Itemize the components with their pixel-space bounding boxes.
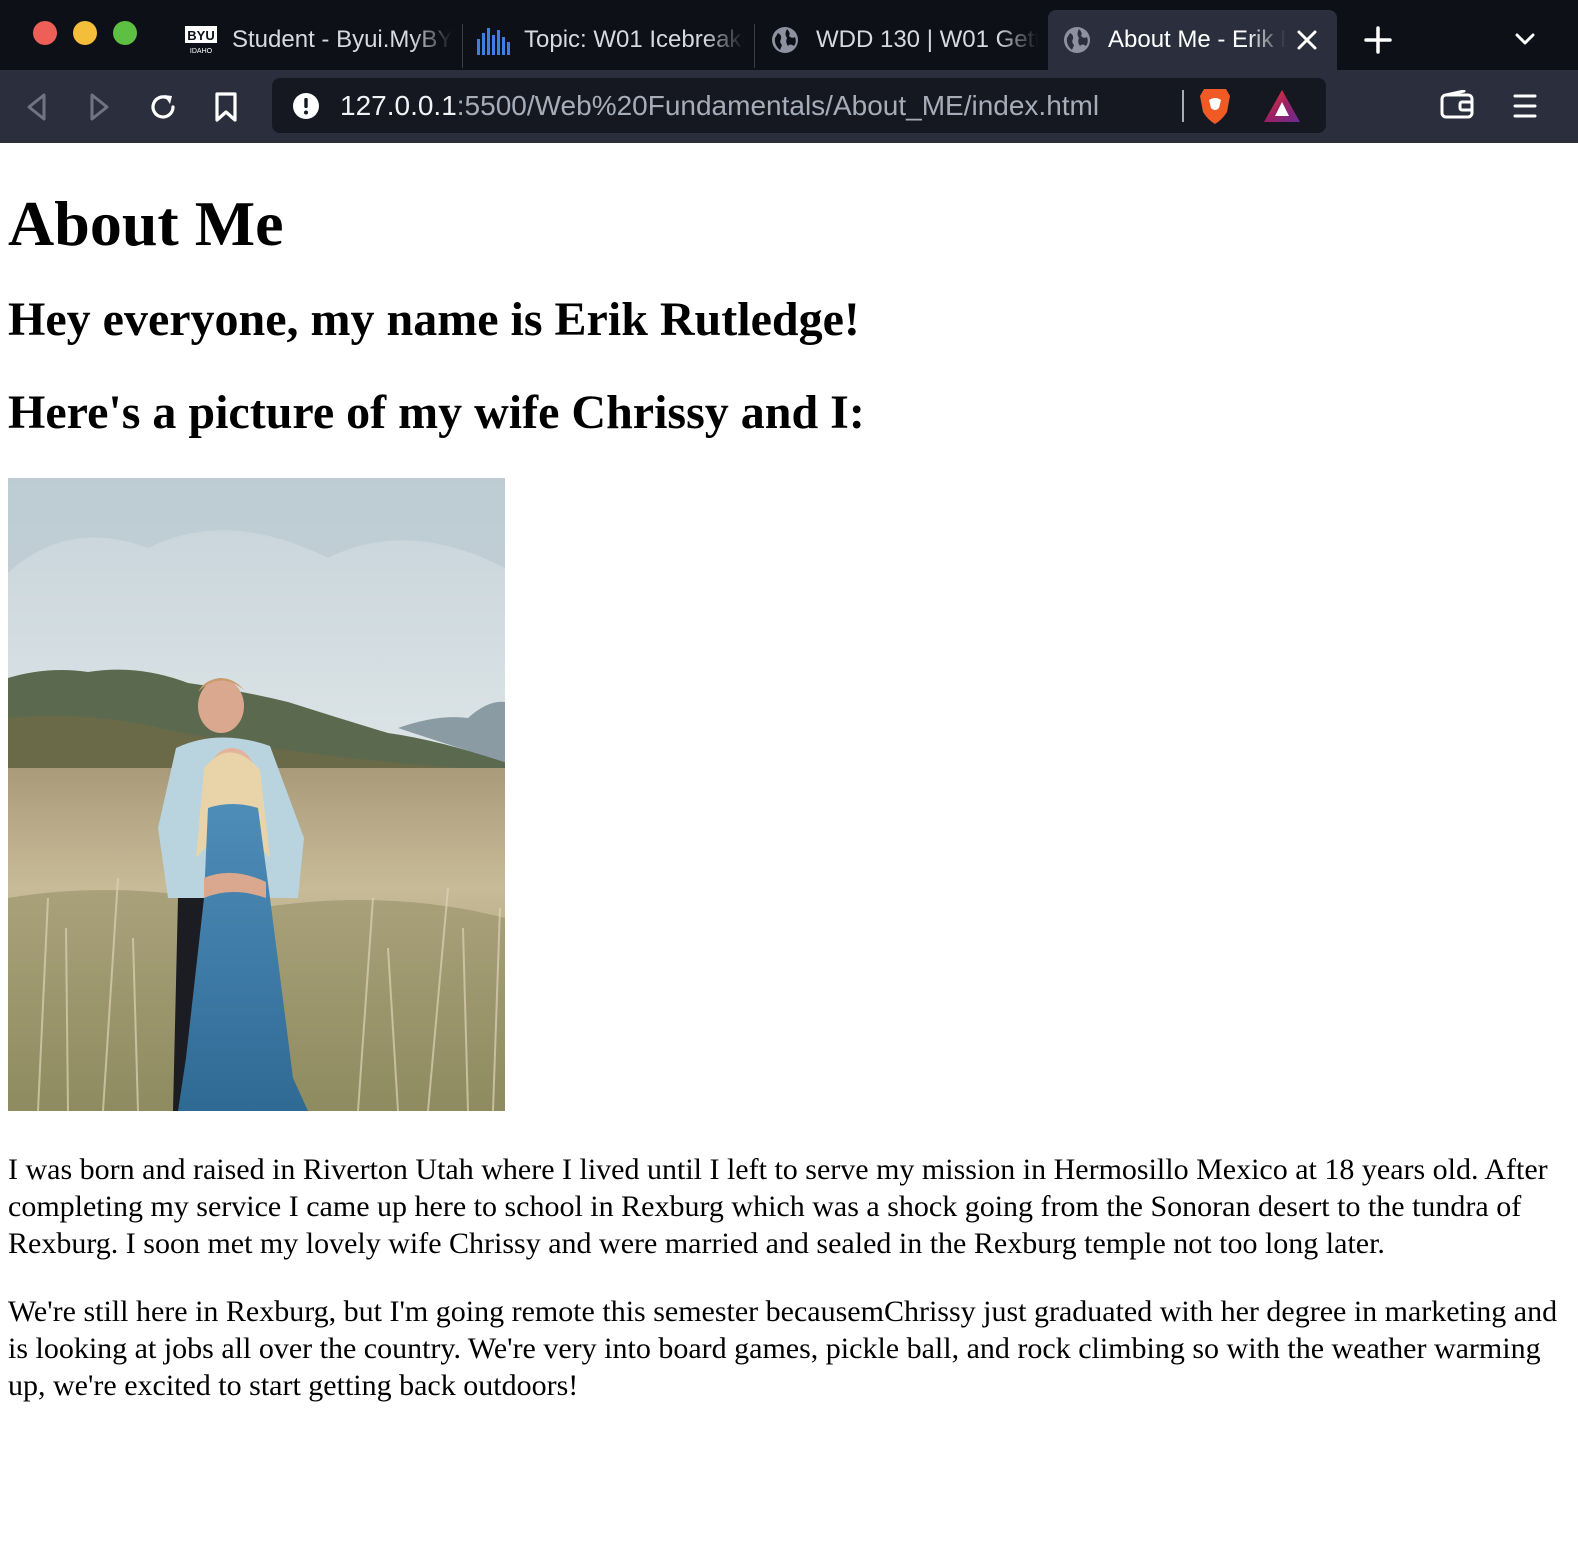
svg-text:IDAHO: IDAHO bbox=[190, 48, 213, 55]
tab-about-me[interactable]: About Me - Erik Rutledge bbox=[1048, 10, 1337, 70]
bio-paragraph-1: I was born and raised in Riverton Utah w… bbox=[8, 1153, 1548, 1260]
url-divider bbox=[1182, 90, 1184, 122]
url-host: 127.0.0.1 bbox=[340, 90, 457, 121]
tab-topic-icebreaker[interactable]: Topic: W01 Icebreaker bbox=[476, 10, 748, 70]
picture-heading: Here's a picture of my wife Chrissy and … bbox=[8, 386, 865, 439]
couple-photo bbox=[8, 478, 505, 1111]
menu-icon[interactable] bbox=[1512, 92, 1538, 120]
globe-icon bbox=[1062, 25, 1092, 55]
wallet-icon[interactable] bbox=[1440, 89, 1474, 120]
brave-shields-icon[interactable] bbox=[1198, 86, 1232, 126]
tab-separator bbox=[754, 24, 755, 68]
bio-paragraph-2: We're still here in Rexburg, but I'm goi… bbox=[8, 1295, 1558, 1402]
tab-bar: BYU IDAHO Student - Byui.MyBYUI Topic: W… bbox=[0, 0, 1578, 70]
address-bar[interactable]: 127.0.0.1:5500/Web%20Fundamentals/About_… bbox=[272, 78, 1326, 133]
forward-icon[interactable] bbox=[80, 88, 118, 126]
tab-byui-student[interactable]: BYU IDAHO Student - Byui.MyBYUI bbox=[184, 10, 454, 70]
page-content: About Me Hey everyone, my name is Erik R… bbox=[8, 143, 1568, 1404]
site-info-icon[interactable] bbox=[292, 92, 320, 120]
chevron-down-icon[interactable] bbox=[1514, 30, 1536, 48]
page-title: About Me bbox=[8, 188, 284, 259]
globe-icon bbox=[770, 25, 800, 55]
window-zoom-button[interactable] bbox=[113, 21, 137, 45]
byu-idaho-logo-icon: BYU IDAHO bbox=[184, 25, 218, 55]
back-icon[interactable] bbox=[18, 88, 56, 126]
browser-toolbar: 127.0.0.1:5500/Web%20Fundamentals/About_… bbox=[0, 70, 1578, 143]
bar-chart-icon bbox=[476, 25, 510, 55]
reload-icon[interactable] bbox=[144, 88, 182, 126]
tab-wdd130[interactable]: WDD 130 | W01 Getting Started bbox=[770, 10, 1038, 70]
brave-rewards-icon[interactable] bbox=[1262, 88, 1302, 124]
tab-separator bbox=[462, 24, 463, 68]
window-minimize-button[interactable] bbox=[73, 21, 97, 45]
bookmark-icon[interactable] bbox=[207, 88, 245, 126]
url-path: :5500/Web%20Fundamentals/About_ME/index.… bbox=[456, 90, 1100, 121]
url-text: 127.0.0.1:5500/Web%20Fundamentals/About_… bbox=[340, 90, 1099, 122]
window-close-button[interactable] bbox=[33, 21, 57, 45]
greeting-heading: Hey everyone, my name is Erik Rutledge! bbox=[8, 293, 860, 346]
svg-text:BYU: BYU bbox=[187, 28, 214, 43]
new-tab-icon[interactable] bbox=[1364, 26, 1392, 54]
close-tab-icon[interactable] bbox=[1296, 29, 1318, 51]
